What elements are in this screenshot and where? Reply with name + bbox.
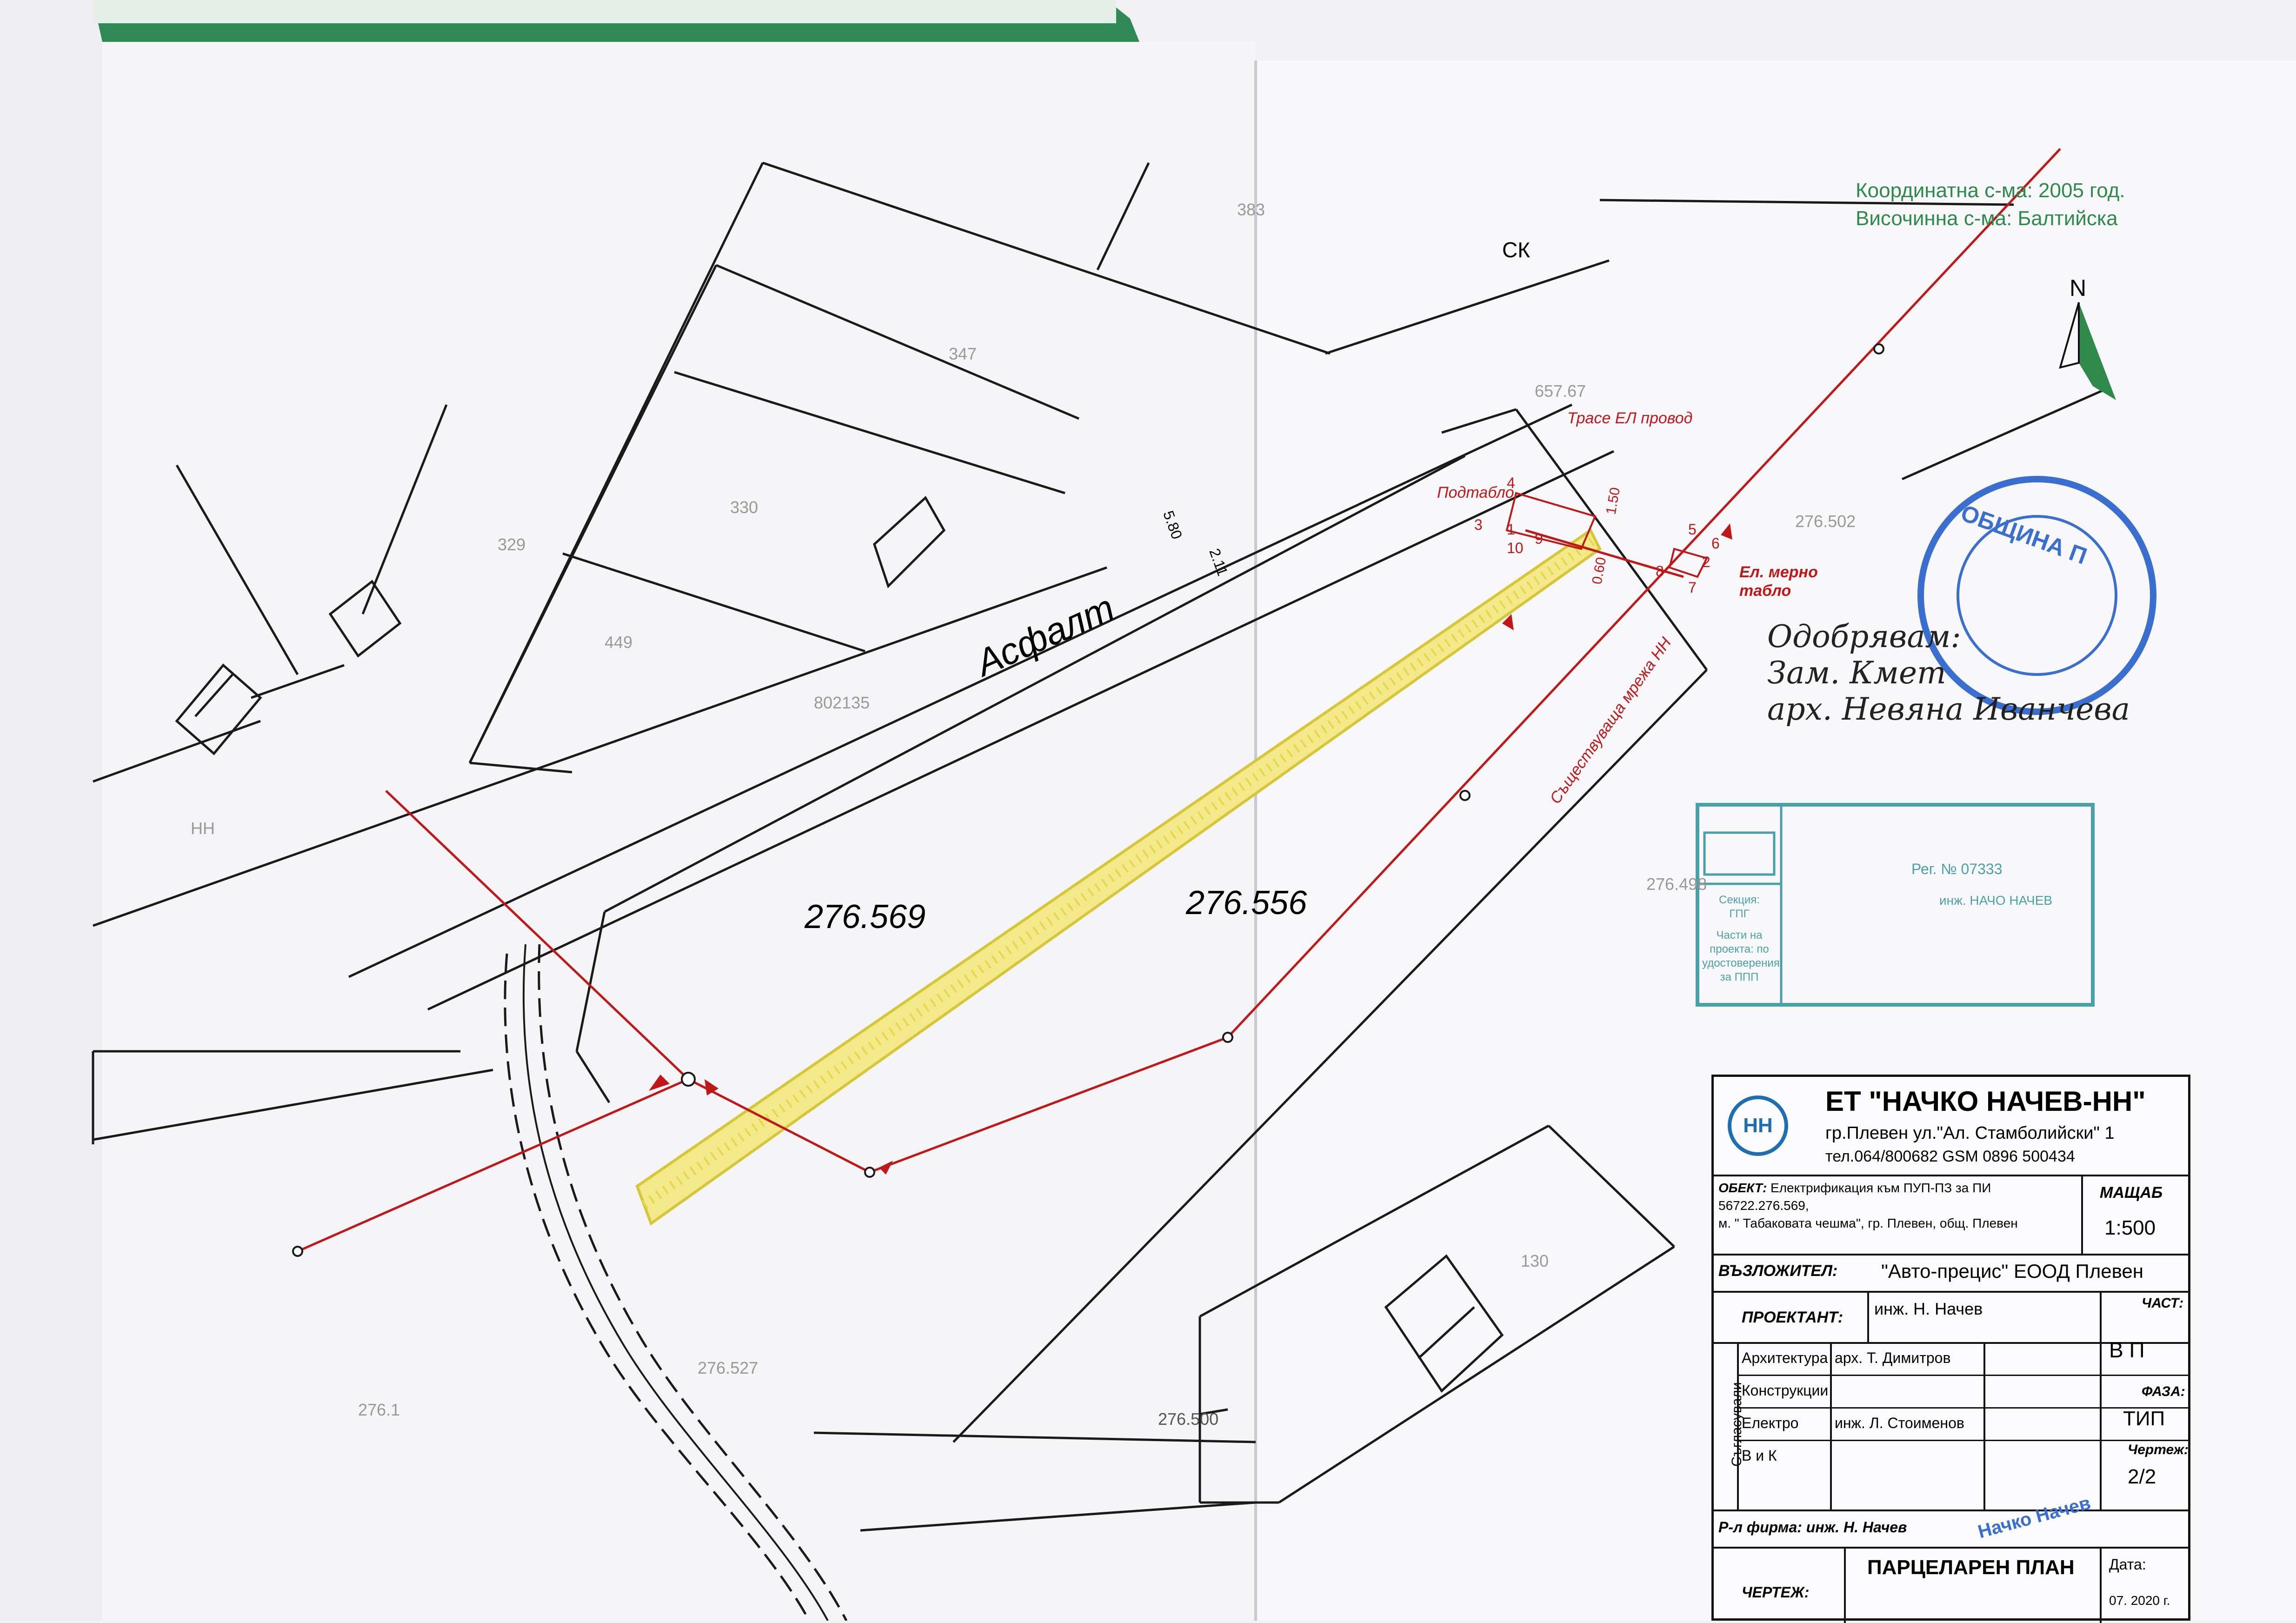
dim-580: 5.80 <box>1160 508 1186 541</box>
scale-label: МАЩАБ <box>2100 1184 2163 1202</box>
agreement-row: Конструкции <box>1737 1375 2188 1409</box>
date-value: 07. 2020 г. <box>2109 1593 2170 1608</box>
parcel-276-1: 276.1 <box>358 1400 400 1419</box>
drawing-row: ЧЕРТЕЖ: ПАРЦЕЛАРЕН ПЛАН Дата: 07. 2020 г… <box>1714 1547 2188 1623</box>
label-el-tablo: Ел. мерно табло <box>1739 563 1818 600</box>
kiip-reg: Рег. № 07333 <box>1911 861 2003 877</box>
parcel-130: 130 <box>1521 1251 1549 1270</box>
part-value: В П <box>2109 1338 2145 1362</box>
drawing-label: ЧЕРТЕЖ: <box>1742 1584 1810 1601</box>
ck-label: СК <box>1502 238 1531 262</box>
dim-150: 1.50 <box>1603 486 1624 516</box>
label-podtablo: Подтабло <box>1437 484 1514 501</box>
parcel-329: 329 <box>498 535 526 554</box>
parcel-big-276-556: 276.556 <box>1186 884 1307 922</box>
parcel-276-527: 276.527 <box>698 1358 759 1377</box>
label-trace: Трасе ЕЛ провод <box>1567 409 1693 427</box>
object-label: ОБЕКТ: <box>1718 1181 1767 1195</box>
logo-text: НН <box>1743 1114 1773 1137</box>
manager-label: Р-л фирма: <box>1718 1519 1802 1536</box>
designer-row: ПРОЕКТАНТ: инж. Н. Начев ЧАСТ: <box>1714 1291 2188 1344</box>
agreement-row: В и К <box>1742 1447 1777 1464</box>
dim-060: 0.60 <box>1589 556 1610 586</box>
kiip-name: инж. НАЧО НАЧЕВ <box>1939 893 2053 908</box>
designer-value: инж. Н. Начев <box>1874 1299 1983 1318</box>
agreement-row: Електро инж. Л. Стоименов <box>1737 1407 2188 1441</box>
parcel-276-498: 276.498 <box>1646 875 1707 894</box>
manager-value: инж. Н. Начев <box>1806 1519 1907 1536</box>
parcel-276-502: 276.502 <box>1795 512 1856 531</box>
approval-handwriting: Одобрявам: Зам. Кмет арх. Невяна Иванчев… <box>1767 619 2130 727</box>
scale-value: 1:500 <box>2104 1216 2156 1239</box>
drawing-value: ПАРЦЕЛАРЕН ПЛАН <box>1867 1556 2075 1579</box>
dim-211: 2.11 <box>1206 546 1231 578</box>
designer-label: ПРОЕКТАНТ: <box>1742 1309 1843 1326</box>
phase-label: ФАЗА: <box>2142 1384 2185 1399</box>
parcel-383: 383 <box>1237 200 1265 219</box>
kiip-stamp-text: Секция: ГПГ Части на проекта: по удостов… <box>1702 894 1780 983</box>
municipality-stamp-text: ОБЩИНА П <box>1957 500 2090 569</box>
sheet-label: Чертеж: <box>2128 1442 2189 1457</box>
coord-system-note: Координатна с-ма: 2005 год. Височинна с-… <box>1856 179 2125 230</box>
client-value: "Авто-прецис" ЕООД Плевен <box>1881 1260 2143 1282</box>
company-row: НН ЕТ "НАЧКО НАЧЕВ-НН" гр.Плевен ул."Ал.… <box>1714 1077 2188 1176</box>
sheet-value: 2/2 <box>2128 1465 2156 1488</box>
label-existing-net: Съществуваща мрежа НН <box>1546 634 1675 808</box>
parcel-657-67: 657.67 <box>1535 381 1586 401</box>
company-phone: тел.064/800682 GSM 0896 500434 <box>1825 1148 2075 1165</box>
phase-value: ТИП <box>2123 1407 2165 1430</box>
date-label: Дата: <box>2109 1556 2146 1573</box>
client-row: ВЪЗЛОЖИТЕЛ: "Авто-прецис" ЕООД Плевен <box>1714 1254 2188 1293</box>
parcel-276-500: 276.500 <box>1158 1409 1219 1429</box>
street-label: Асфалт <box>970 586 1120 684</box>
parcel-330: 330 <box>730 498 759 517</box>
parcel-449: 449 <box>605 633 633 652</box>
client-label: ВЪЗЛОЖИТЕЛ: <box>1718 1262 1838 1280</box>
company-address: гр.Плевен ул."Ал. Стамболийски" 1 <box>1825 1123 2115 1143</box>
part-label: ЧАСТ: <box>2142 1296 2184 1311</box>
parcel-hh: НН <box>191 819 215 838</box>
title-block: НН ЕТ "НАЧКО НАЧЕВ-НН" гр.Плевен ул."Ал.… <box>1711 1075 2190 1623</box>
north-label: N <box>2070 275 2087 301</box>
agreements-block: Съгласували Архитектура арх. Т. Димитров… <box>1714 1338 2189 1511</box>
manager-row: Р-л фирма: инж. Н. Начев <box>1714 1509 2188 1549</box>
object-row: ОБЕКТ: Електрификация към ПУП-ПЗ за ПИ 5… <box>1714 1175 2188 1256</box>
parcel-802135: 802135 <box>814 693 870 712</box>
parcel-big-276-569: 276.569 <box>805 898 926 935</box>
company-logo: НН <box>1728 1095 1788 1156</box>
object-text-2: м. " Табаковата чешма", гр. Плевен, общ.… <box>1718 1216 2018 1230</box>
parcel-347: 347 <box>949 344 977 363</box>
company-name: ЕТ "НАЧКО НАЧЕВ-НН" <box>1825 1086 2146 1117</box>
